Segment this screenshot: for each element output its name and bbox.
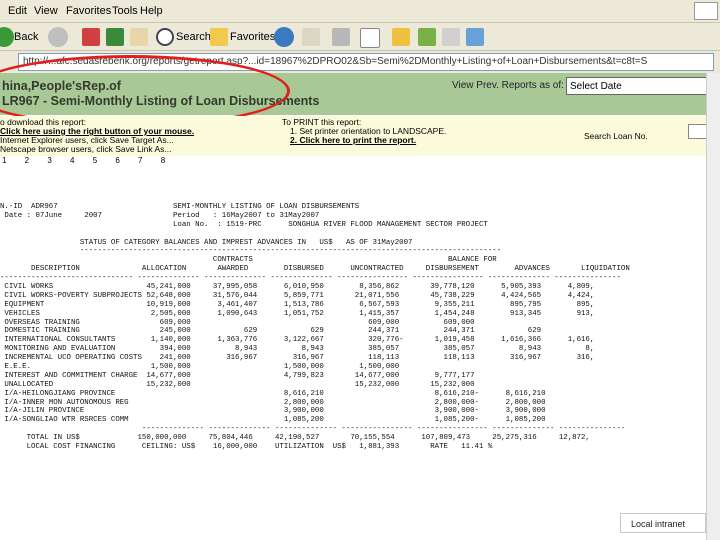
back-button-label[interactable]: Back [14,31,38,43]
home-icon[interactable] [130,28,148,46]
report-line: Loan No. : 1519-PRC SONGHUA RIVER FLOOD … [0,220,488,229]
print-icon[interactable] [332,28,350,46]
security-zone: Local intranet [620,513,706,533]
instructions-panel: o download this report: Click here using… [0,116,720,156]
favorites-button-label[interactable]: Favorites [230,31,275,43]
report-line: DESCRIPTION ALLOCATION AWARDED DISBURSED… [0,265,630,274]
report-header: hina,People'sRep.of LR967 - Semi-Monthly… [0,73,720,115]
menu-edit[interactable]: Edit [8,5,27,17]
menu-help[interactable]: Help [140,5,163,17]
report-line: ----------------------------------------… [0,247,502,256]
history-icon[interactable] [274,27,294,47]
download-netscape-note: Netscape browser users, click Save Link … [0,144,172,154]
report-line: -------------- -------------- ----------… [0,425,626,434]
report-line: UNALLOCATED 15,232,000 15,232,000 15,232… [0,380,475,389]
refresh-icon[interactable] [106,28,124,46]
report-line: VEHICLES 2,505,000 1,090,643 1,051,752 1… [0,309,595,318]
menu-favorites[interactable]: Favorites [66,5,111,17]
report-line: I/A-HEILONGJIANG PROVINCE 8,616,210 8,61… [0,389,546,398]
report-line: CIVIL WORKS 45,241,000 37,995,058 6,010,… [0,283,595,292]
address-bar: http://...afc.sedasrebenk.org/reports/ge… [0,51,720,74]
search-icon[interactable] [156,28,174,46]
page-links[interactable]: 1 2 3 4 5 6 7 8 [2,156,173,165]
report-line: LOCAL COST FINANCING CEILING: US$ 16,000… [0,443,493,452]
report-country-title: hina,People'sRep.of [2,79,121,93]
report-line [0,230,706,239]
favorites-star-icon[interactable] [210,28,228,46]
tool-icon[interactable] [466,28,484,46]
report-body: N.-ID ADR967 SEMI-MONTHLY LISTING OF LOA… [0,203,706,533]
toolbar: Back Search Favorites [0,23,720,51]
forward-arrow-icon[interactable] [48,27,68,47]
view-previous-label: View Prev. Reports as of: [452,80,564,91]
report-line: MONITORING AND EVALUATION 394,000 8,943 … [0,345,595,354]
windows-logo-icon [694,2,718,20]
print-link[interactable]: 2. Click here to print the report. [290,135,416,145]
report-line: I/A-SONGLIAO WTR RSRCES COMM 1,085,200 1… [0,416,546,425]
report-title: LR967 - Semi-Monthly Listing of Loan Dis… [2,94,320,108]
report-line: INTEREST AND COMMITMENT CHARGE 14,677,00… [0,371,475,380]
select-date-dropdown[interactable]: Select Date [566,77,709,95]
address-input[interactable]: http://...afc.sedasrebenk.org/reports/ge… [18,53,714,71]
folder-icon[interactable] [392,28,410,46]
report-line: N.-ID ADR967 SEMI-MONTHLY LISTING OF LOA… [0,203,360,211]
vertical-scrollbar[interactable] [706,73,720,540]
report-line: ------------------------------ ---------… [0,274,621,283]
report-line: OVERSEAS TRAINING 609,000 609,000 609,00… [0,318,475,327]
report-line: I/A-JILIN PROVINCE 3,900,000 3,900,000- … [0,407,546,416]
report-line: Date : 07June 2007 Period : 16May2007 to… [0,211,320,220]
report-line: INTERNATIONAL CONSULTANTS 1,140,000 1,36… [0,336,595,345]
report-line: E.E.E. 1,500,000 1,500,000 1,500,000 [0,363,400,372]
zone-label: Local intranet [631,519,686,529]
back-arrow-icon[interactable] [0,27,14,47]
report-line: CIVIL WORKS-POVERTY SUBPROJECTS 52,648,0… [0,291,595,300]
report-line: STATUS OF CATEGORY BALANCES AND IMPREST … [0,238,413,247]
search-button-label[interactable]: Search [176,31,211,43]
stop-icon[interactable] [82,28,100,46]
report-line: INCREMENTAL UCO OPERATING COSTS 241,000 … [0,354,595,363]
research-icon[interactable] [442,28,460,46]
report-line: DOMESTIC TRAINING 245,000 629 629 244,37… [0,327,542,336]
messenger-icon[interactable] [418,28,436,46]
menu-bar: Edit View Favorites Tools Help [0,0,720,23]
menu-tools[interactable]: Tools [112,5,138,17]
edit-word-icon[interactable] [360,28,380,48]
mail-icon[interactable] [302,28,320,46]
search-loan-label: Search Loan No. [584,131,648,141]
report-line: EQUIPMENT 10,919,000 3,461,407 1,513,786… [0,300,595,309]
report-line: CONTRACTS BALANCE FOR [0,256,497,265]
report-line: TOTAL IN US$ 150,000,000 75,804,446 42,1… [0,434,590,443]
menu-view[interactable]: View [34,5,58,17]
report-line: I/A-INNER MON AUTONOMOUS REG 2,800,000 2… [0,398,546,407]
